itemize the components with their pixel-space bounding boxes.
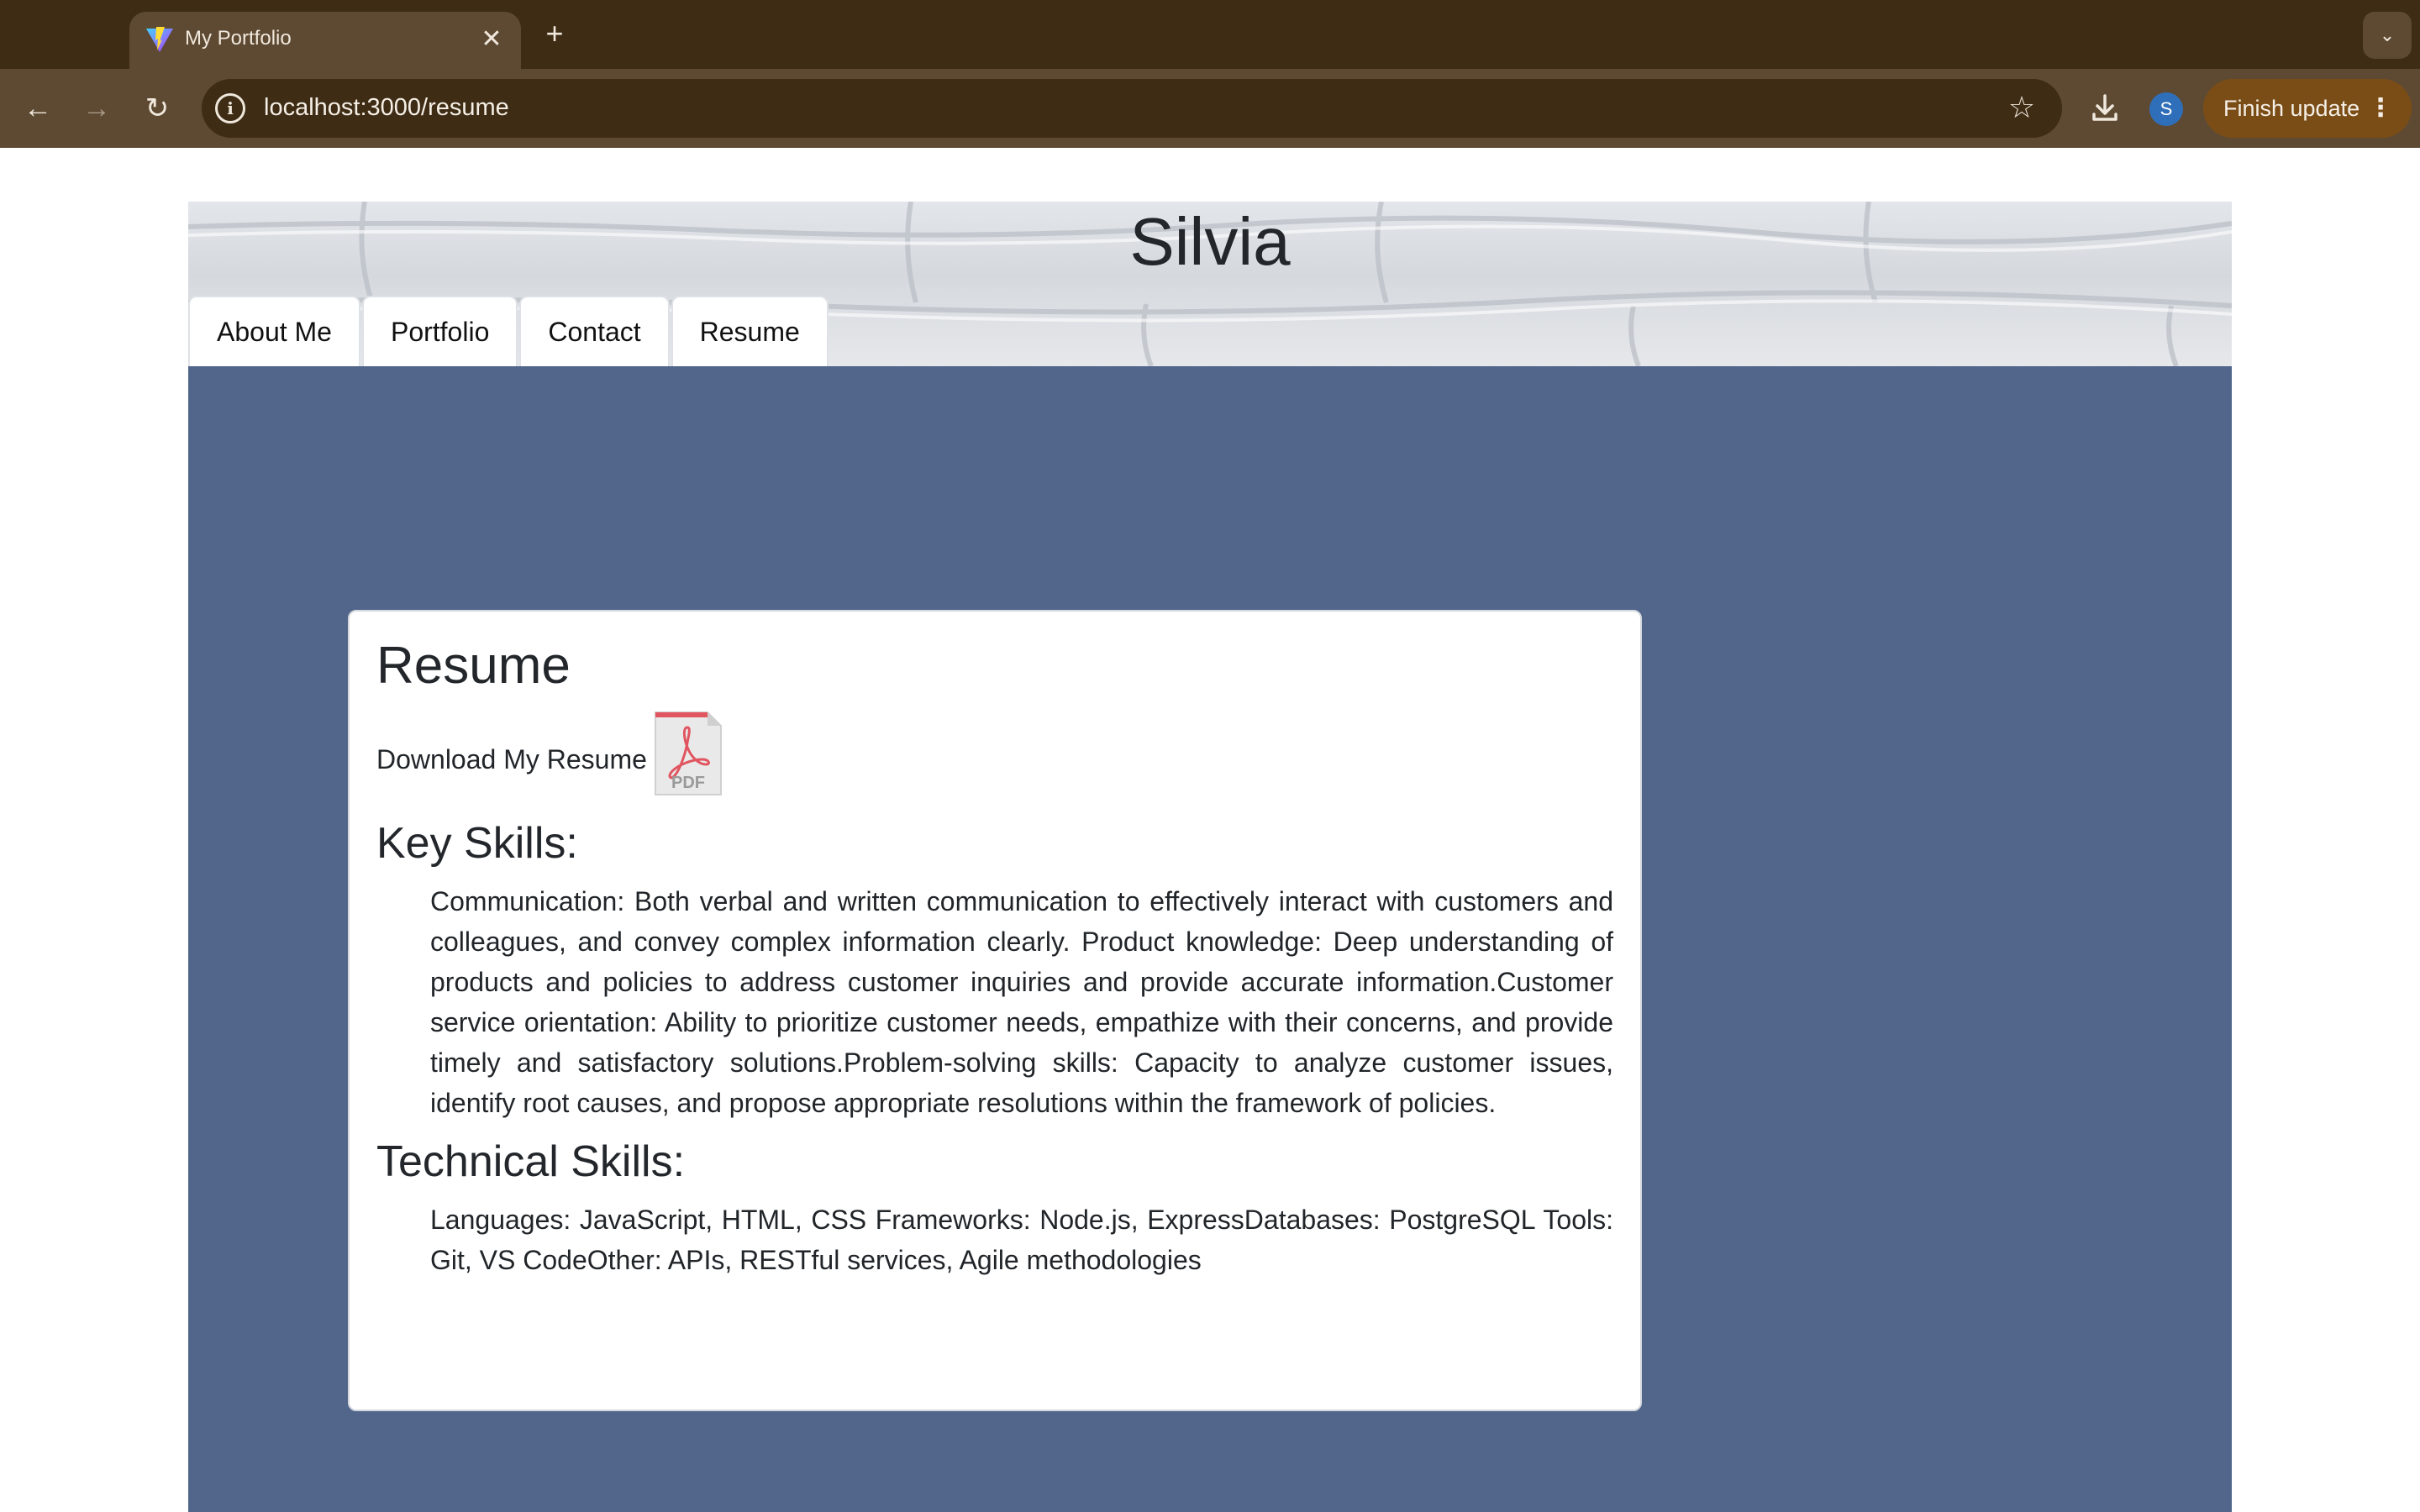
- page-viewport: Silvia About Me Portfolio Contact Resume…: [0, 148, 2420, 1512]
- site-title: Silvia: [1129, 204, 1291, 279]
- download-resume-label: Download My Resume: [376, 744, 647, 775]
- forward-arrow-icon[interactable]: →: [76, 87, 118, 129]
- browser-tabstrip: My Portfolio ✕ + ⌄: [0, 0, 2420, 69]
- nav-tab-about-me[interactable]: About Me: [188, 296, 360, 366]
- content-area: Resume Download My Resume PDF Key Skills…: [188, 366, 2232, 1512]
- key-skills-text: Communication: Both verbal and written c…: [430, 886, 1613, 1119]
- close-icon[interactable]: ✕: [476, 24, 508, 55]
- resume-card: Resume Download My Resume PDF Key Skills…: [348, 610, 1642, 1411]
- avatar[interactable]: S: [2149, 92, 2183, 126]
- back-arrow-icon[interactable]: ←: [17, 87, 59, 129]
- tab-title: My Portfolio: [185, 27, 292, 50]
- site-header: Silvia About Me Portfolio Contact Resume: [188, 202, 2232, 366]
- star-icon[interactable]: ☆: [2005, 91, 2039, 124]
- pdf-download-icon[interactable]: PDF: [654, 711, 723, 796]
- nav-tab-resume[interactable]: Resume: [671, 296, 829, 366]
- vite-favicon-icon: [146, 27, 173, 52]
- kebab-menu-icon[interactable]: ⋮: [2368, 79, 2393, 138]
- reload-icon[interactable]: ↻: [136, 87, 178, 129]
- technical-skills-heading: Technical Skills:: [376, 1137, 686, 1187]
- nav-tab-contact[interactable]: Contact: [519, 296, 670, 366]
- address-bar[interactable]: i localhost:3000/resume ☆: [202, 79, 2062, 138]
- site-nav: About Me Portfolio Contact Resume: [188, 296, 830, 366]
- nav-tab-portfolio[interactable]: Portfolio: [361, 296, 518, 366]
- download-icon[interactable]: [2084, 87, 2126, 129]
- pdf-icon-label: PDF: [671, 774, 705, 792]
- tab-search-chevron-icon[interactable]: ⌄: [2363, 12, 2412, 59]
- key-skills-heading: Key Skills:: [376, 819, 578, 869]
- finish-update-label: Finish update: [2223, 96, 2360, 121]
- resume-title: Resume: [376, 637, 571, 695]
- technical-skills-text: Languages: JavaScript, HTML, CSS Framewo…: [430, 1205, 1613, 1276]
- browser-toolbar: ← → ↻ i localhost:3000/resume ☆ S Finish…: [0, 69, 2420, 148]
- browser-tab-active[interactable]: My Portfolio ✕: [129, 12, 521, 69]
- finish-update-button[interactable]: Finish update ⋮: [2203, 79, 2412, 138]
- url-text[interactable]: localhost:3000/resume: [264, 94, 509, 122]
- plus-icon[interactable]: +: [538, 17, 571, 50]
- site-info-icon[interactable]: i: [215, 93, 245, 123]
- download-resume-row: Download My Resume PDF: [376, 711, 1613, 805]
